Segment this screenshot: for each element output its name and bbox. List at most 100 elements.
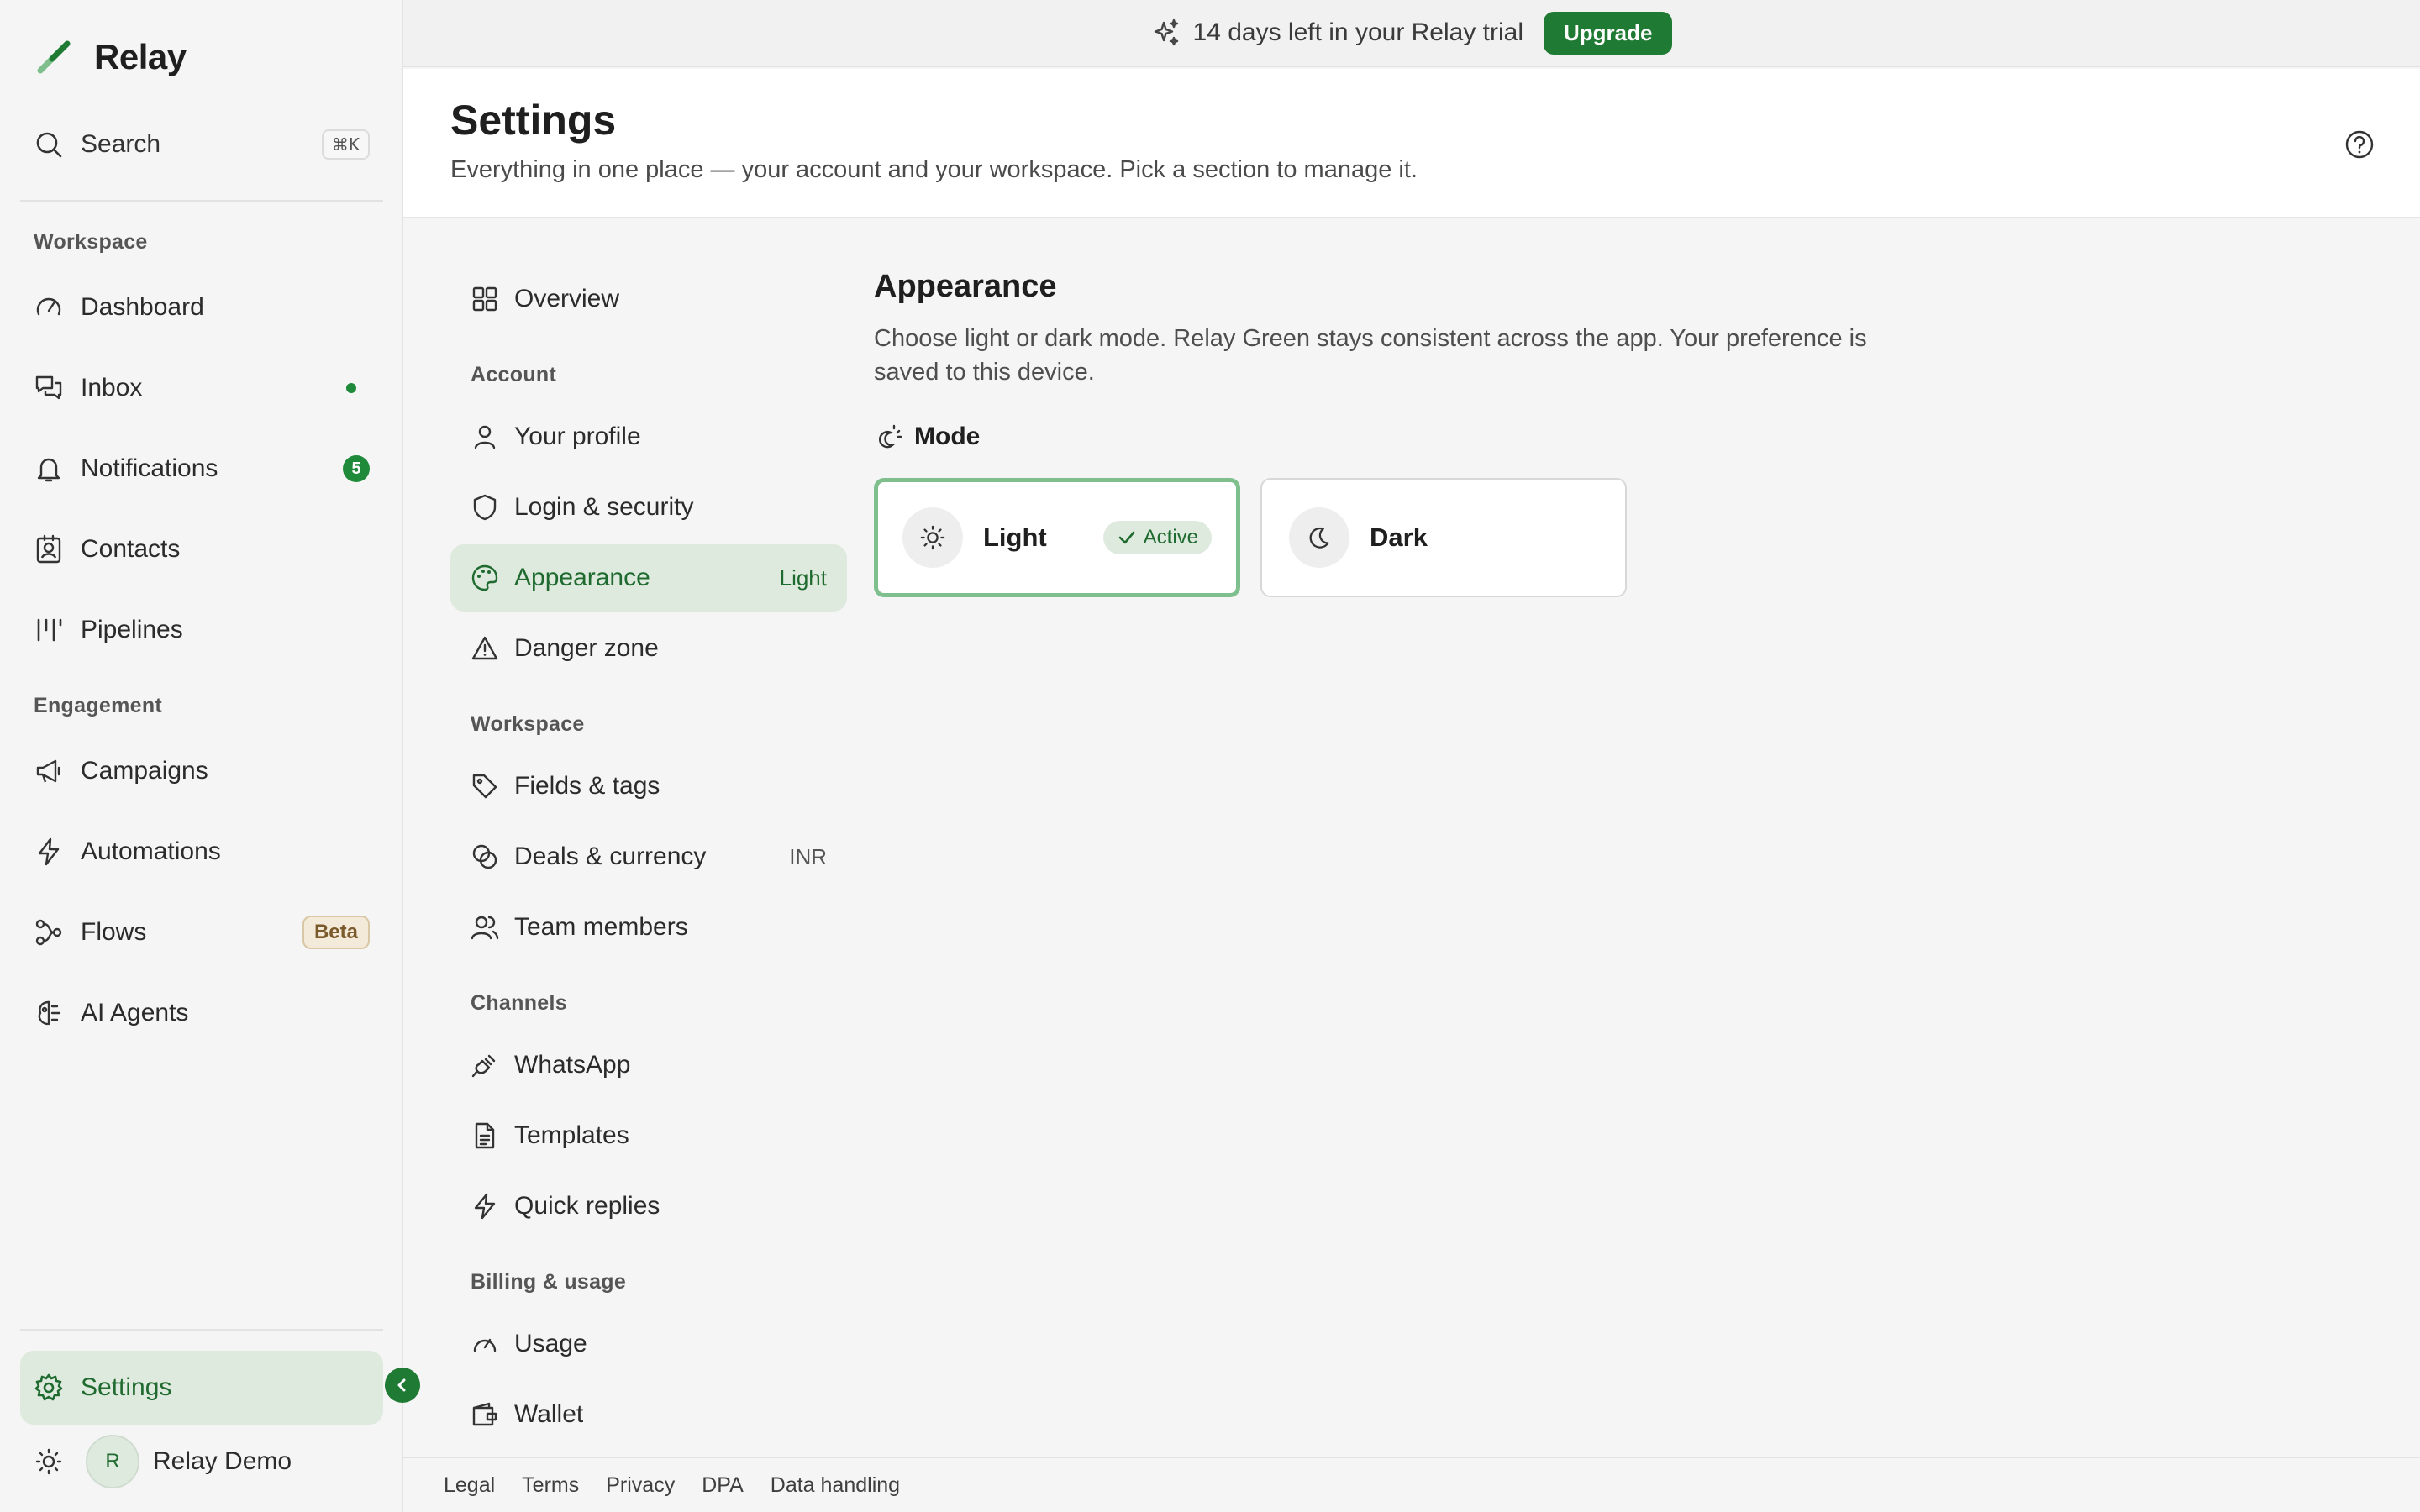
sidebar-divider [20, 200, 383, 202]
warning-triangle-icon [471, 636, 498, 660]
gauge-icon [473, 1338, 497, 1352]
document-icon [475, 1122, 495, 1149]
page-title: Settings [450, 97, 617, 144]
settings-nav-deals-currency[interactable]: Deals & currency INR [450, 823, 847, 890]
coins-icon [472, 844, 497, 869]
mode-icon-wrap [902, 507, 963, 568]
settings-nav-templates[interactable]: Templates [450, 1102, 847, 1169]
settings-nav-team-members[interactable]: Team members [450, 894, 847, 961]
sidebar-item-notifications[interactable]: Notifications 5 [20, 437, 383, 501]
search-shortcut: ⌘K [321, 129, 370, 160]
bell-icon [37, 458, 60, 482]
settings-nav-usage[interactable]: Usage [450, 1310, 847, 1378]
sidebar-item-pipelines[interactable]: Pipelines [20, 598, 383, 662]
settings-nav-label: Quick replies [514, 1192, 660, 1220]
settings-nav-wallet[interactable]: Wallet [450, 1381, 847, 1448]
chevron-left-icon [397, 1378, 406, 1392]
sidebar-item-label: Campaigns [81, 757, 208, 785]
sidebar-item-flows[interactable]: Flows Beta [20, 900, 383, 964]
settings-nav-section-billing: Billing & usage [471, 1270, 627, 1294]
sidebar-item-contacts[interactable]: Contacts [20, 517, 383, 581]
pipeline-columns-icon [37, 618, 62, 642]
tag-icon [472, 774, 497, 799]
settings-nav-login-security[interactable]: Login & security [450, 474, 847, 541]
avatar[interactable]: R [86, 1435, 139, 1488]
appearance-section: Appearance Choose light or dark mode. Re… [874, 269, 1882, 597]
sidebar-item-label: Dashboard [81, 293, 204, 321]
unread-dot [346, 383, 356, 393]
wallet-icon [472, 1402, 497, 1426]
lightning-icon [38, 837, 60, 866]
settings-nav-label: Wallet [514, 1400, 584, 1428]
settings-nav-whatsapp[interactable]: WhatsApp [450, 1032, 847, 1099]
settings-nav-danger-zone[interactable]: Danger zone [450, 615, 847, 682]
sidebar-item-automations[interactable]: Automations [20, 820, 383, 884]
settings-nav-fields-tags[interactable]: Fields & tags [450, 753, 847, 820]
mode-label: Mode [914, 423, 981, 450]
settings-nav-label: WhatsApp [514, 1051, 631, 1079]
trial-banner: 14 days left in your Relay trial Upgrade [403, 0, 2420, 67]
plug-icon [471, 1054, 496, 1078]
settings-nav-section-account: Account [471, 363, 557, 386]
mode-label-row: Mode [874, 423, 1882, 451]
sidebar-item-ai-agents[interactable]: AI Agents [20, 981, 383, 1045]
mode-option-dark[interactable]: Dark [1260, 478, 1627, 597]
sidebar-section-engagement: Engagement [34, 694, 163, 717]
contact-card-icon [36, 534, 61, 564]
sidebar-search[interactable]: Search ⌘K [20, 119, 383, 170]
main-area: 14 days left in your Relay trial Upgrade… [403, 0, 2420, 1512]
page-header: Settings Everything in one place — your … [403, 69, 2420, 218]
settings-nav-label: Team members [514, 913, 688, 941]
sidebar-item-label: Pipelines [81, 616, 183, 643]
relay-logo-icon [37, 40, 71, 74]
brand[interactable]: Relay [34, 34, 187, 81]
appearance-description: Choose light or dark mode. Relay Green s… [874, 325, 1867, 386]
gauge-icon [36, 297, 61, 316]
sun-moon-icon [879, 424, 902, 449]
sidebar-item-inbox[interactable]: Inbox [20, 356, 383, 420]
footer-link-legal[interactable]: Legal [444, 1473, 495, 1498]
shield-icon [473, 494, 497, 521]
currency-code: INR [789, 843, 827, 869]
sidebar-item-campaigns[interactable]: Campaigns [20, 739, 383, 803]
footer-link-terms[interactable]: Terms [522, 1473, 579, 1498]
sidebar-item-label: Automations [81, 837, 221, 865]
active-badge-label: Active [1143, 526, 1198, 549]
mode-option-light[interactable]: Light Active [874, 478, 1240, 597]
settings-nav-quick-replies[interactable]: Quick replies [450, 1173, 847, 1240]
help-icon[interactable] [2343, 128, 2376, 161]
appearance-current-mode: Light [779, 564, 827, 591]
settings-nav-label: Danger zone [514, 634, 659, 662]
settings-nav-section-workspace: Workspace [471, 712, 585, 736]
user-name[interactable]: Relay Demo [153, 1447, 292, 1476]
sidebar-item-label: Flows [81, 918, 147, 946]
active-badge: Active [1102, 521, 1212, 554]
sidebar-item-settings[interactable]: Settings [20, 1351, 383, 1425]
footer-link-data-handling[interactable]: Data handling [771, 1473, 900, 1498]
sidebar-divider [20, 1329, 383, 1331]
settings-nav-appearance[interactable]: Appearance Light [450, 544, 847, 612]
collapse-sidebar-button[interactable] [385, 1368, 420, 1403]
brand-name: Relay [94, 37, 187, 76]
mode-option-label: Light [983, 522, 1047, 552]
mode-option-label: Dark [1370, 522, 1428, 552]
sparkles-icon [1154, 18, 1178, 46]
moon-icon [1309, 527, 1329, 549]
upgrade-button[interactable]: Upgrade [1544, 11, 1673, 55]
grid-icon [472, 286, 497, 312]
sidebar-section-workspace: Workspace [34, 230, 148, 254]
search-label: Search [81, 130, 161, 158]
settings-nav-overview[interactable]: Overview [450, 265, 847, 333]
sidebar-item-label: Notifications [81, 454, 218, 482]
check-icon [1118, 531, 1134, 544]
footer-link-dpa[interactable]: DPA [702, 1473, 744, 1498]
settings-nav-label: Your profile [514, 423, 641, 450]
sidebar-item-dashboard[interactable]: Dashboard [20, 276, 383, 339]
settings-nav-your-profile[interactable]: Your profile [450, 403, 847, 470]
megaphone-icon [36, 759, 60, 783]
footer-link-privacy[interactable]: Privacy [606, 1473, 675, 1498]
appearance-title: Appearance [874, 269, 1057, 304]
theme-toggle-button[interactable] [20, 1433, 77, 1490]
settings-nav-label: Fields & tags [514, 772, 660, 800]
page-subtitle: Everything in one place — your account a… [450, 156, 1418, 183]
